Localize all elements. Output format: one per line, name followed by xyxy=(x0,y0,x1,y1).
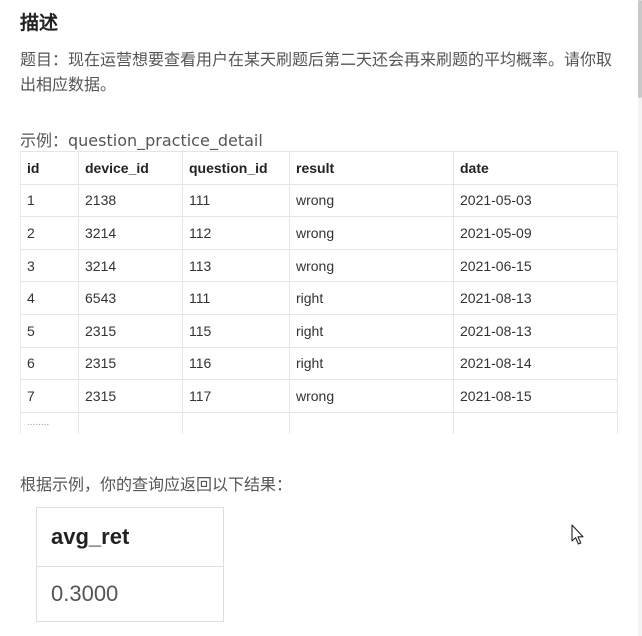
table-cell: 2021-08-13 xyxy=(453,314,618,348)
table-cell: 7 xyxy=(20,379,79,413)
table-cell: 2315 xyxy=(78,379,183,413)
table-cell: right xyxy=(289,314,454,348)
table-cell: 112 xyxy=(182,216,290,250)
table-cell: 2138 xyxy=(78,184,183,218)
table-cell xyxy=(289,412,454,435)
table-row: 2 3214 112 wrong 2021-05-09 xyxy=(20,216,618,250)
table-cell: 5 xyxy=(20,314,79,348)
table-cell: 3 xyxy=(20,249,79,283)
column-header: device_id xyxy=(78,151,183,185)
table-cell: 116 xyxy=(182,347,290,381)
section-heading: 描述 xyxy=(20,12,59,34)
table-cell xyxy=(78,412,183,435)
table-row-ellipsis: ........ xyxy=(20,412,618,435)
result-row: 0.3000 xyxy=(36,566,224,622)
table-cell: 111 xyxy=(182,184,290,218)
result-column-header: avg_ret xyxy=(36,507,224,567)
table-row: 6 2315 116 right 2021-08-14 xyxy=(20,347,618,381)
table-cell: right xyxy=(289,347,454,381)
table-cell: right xyxy=(289,281,454,315)
example-label: 示例：question_practice_detail xyxy=(20,131,263,150)
table-cell: 2021-05-09 xyxy=(453,216,618,250)
table-header-row: id device_id question_id result date xyxy=(20,151,618,185)
table-row: 3 3214 113 wrong 2021-06-15 xyxy=(20,249,618,283)
table-cell: 2315 xyxy=(78,347,183,381)
result-table: avg_ret 0.3000 xyxy=(36,507,224,622)
column-header: result xyxy=(289,151,454,185)
table-cell: wrong xyxy=(289,184,454,218)
table-cell: 3214 xyxy=(78,216,183,250)
ellipsis-cell: ........ xyxy=(20,412,79,435)
table-cell: 2315 xyxy=(78,314,183,348)
table-cell: 1 xyxy=(20,184,79,218)
table-cell: 6543 xyxy=(78,281,183,315)
table-cell: 2021-08-13 xyxy=(453,281,618,315)
result-header-row: avg_ret xyxy=(36,507,224,567)
table-cell xyxy=(182,412,290,435)
table-cell xyxy=(453,412,618,435)
table-cell: 117 xyxy=(182,379,290,413)
result-value: 0.3000 xyxy=(36,566,224,622)
table-cell: 2021-08-15 xyxy=(453,379,618,413)
table-cell: 2021-06-15 xyxy=(453,249,618,283)
table-row: 5 2315 115 right 2021-08-13 xyxy=(20,314,618,348)
problem-description: 题目：现在运营想要查看用户在某天刷题后第二天还会再来刷题的平均概率。请你取出相应… xyxy=(20,50,613,94)
table-cell: 2 xyxy=(20,216,79,250)
column-header: id xyxy=(20,151,79,185)
table-cell: 2021-08-14 xyxy=(453,347,618,381)
table-row: 4 6543 111 right 2021-08-13 xyxy=(20,281,618,315)
table-cell: 4 xyxy=(20,281,79,315)
result-intro: 根据示例，你的查询应返回以下结果： xyxy=(20,475,293,494)
column-header: date xyxy=(453,151,618,185)
table-cell: 111 xyxy=(182,281,290,315)
table-row: 1 2138 111 wrong 2021-05-03 xyxy=(20,184,618,218)
table-cell: 2021-05-03 xyxy=(453,184,618,218)
table-row: 7 2315 117 wrong 2021-08-15 xyxy=(20,379,618,413)
table-cell: 113 xyxy=(182,249,290,283)
table-cell: wrong xyxy=(289,379,454,413)
table-cell: wrong xyxy=(289,249,454,283)
vertical-scrollbar[interactable] xyxy=(638,0,642,636)
mouse-pointer-icon xyxy=(571,524,584,545)
scrollbar-thumb[interactable] xyxy=(638,0,642,98)
table-cell: 6 xyxy=(20,347,79,381)
table-cell: 3214 xyxy=(78,249,183,283)
table-cell: 115 xyxy=(182,314,290,348)
column-header: question_id xyxy=(182,151,290,185)
table-cell: wrong xyxy=(289,216,454,250)
example-table: id device_id question_id result date 1 2… xyxy=(20,151,618,435)
